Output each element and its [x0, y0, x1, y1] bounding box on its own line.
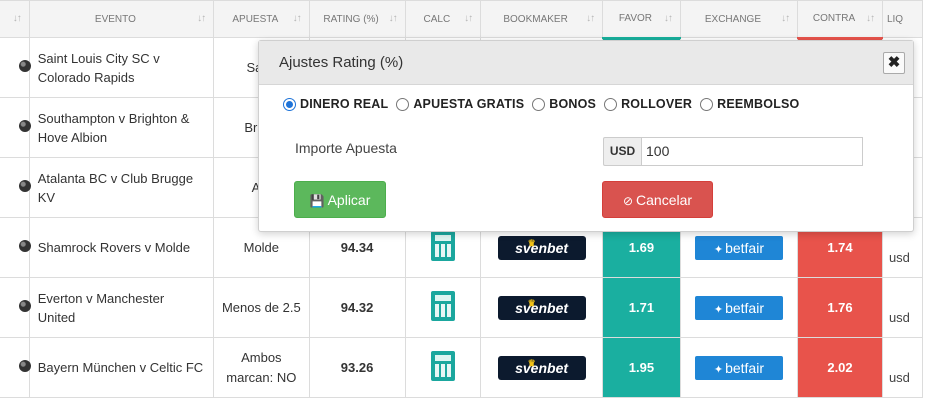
- apuesta-cell: Ambos marcan: NO: [213, 337, 310, 398]
- save-icon: 💾: [309, 194, 325, 208]
- header-liq[interactable]: LIQ: [881, 0, 924, 38]
- svenbet-logo[interactable]: ♛svenbet: [497, 355, 586, 380]
- radio-button[interactable]: [532, 97, 546, 111]
- ball-cell: [0, 37, 31, 98]
- radio-label: BONOS: [549, 97, 597, 111]
- modal-header: Ajustes Rating (%) ✖: [259, 41, 913, 85]
- evento-cell[interactable]: Shamrock Rovers v Molde: [28, 217, 215, 278]
- ball-cell: [0, 157, 31, 218]
- radio-button[interactable]: [396, 97, 410, 111]
- soccer-ball-icon: [18, 60, 31, 72]
- apply-button[interactable]: 💾 Aplicar: [294, 181, 386, 218]
- bookmaker-cell: ♛svenbet: [480, 277, 604, 338]
- liq-cell: usd: [881, 277, 924, 338]
- header-calc[interactable]: CALC ↓↑: [404, 0, 482, 38]
- ball-cell: [0, 337, 31, 398]
- radio-label: DINERO REAL: [300, 97, 389, 111]
- header-exchange[interactable]: EXCHANGE ↓↑: [679, 0, 799, 38]
- soccer-ball-icon: [18, 180, 31, 192]
- radio-button[interactable]: [700, 97, 714, 111]
- soccer-ball-icon: [18, 240, 31, 252]
- calculator-icon[interactable]: [430, 231, 455, 261]
- sort-arrows-icon[interactable]: ↓↑: [866, 13, 875, 24]
- sort-arrows-icon[interactable]: ↓↑: [389, 13, 398, 24]
- radio-apuesta-gratis[interactable]: APUESTA GRATIS: [396, 97, 524, 111]
- sort-arrows-icon[interactable]: ↓↑: [13, 13, 22, 24]
- radio-label: ROLLOVER: [621, 97, 693, 111]
- radio-rollover[interactable]: ROLLOVER: [604, 97, 692, 111]
- ball-cell: [0, 277, 31, 338]
- radio-label: REEMBOLSO: [717, 97, 800, 111]
- liq-cell: usd: [881, 337, 924, 398]
- betfair-logo[interactable]: ✦betfair: [694, 235, 783, 260]
- header-bookmaker[interactable]: BOOKMAKER ↓↑: [480, 0, 604, 38]
- header-apuesta[interactable]: APUESTA ↓↑: [213, 0, 310, 38]
- table-row[interactable]: Everton v Manchester United Menos de 2.5 9…: [0, 277, 924, 338]
- contra-odds-cell[interactable]: 1.76: [797, 277, 883, 338]
- ban-icon: ⊘: [622, 194, 634, 208]
- header-ball[interactable]: ↓↑: [0, 0, 30, 38]
- amount-input[interactable]: [641, 137, 863, 166]
- importe-label: Importe Apuesta: [295, 140, 397, 156]
- favor-odds-cell[interactable]: 1.95: [602, 337, 681, 398]
- evento-cell[interactable]: Southampton v Brighton & Hove Albion: [28, 97, 215, 158]
- radio-bonos[interactable]: BONOS: [532, 97, 596, 111]
- radio-reembolso[interactable]: REEMBOLSO: [700, 97, 799, 111]
- ball-cell: [0, 97, 31, 158]
- radio-label: APUESTA GRATIS: [413, 97, 525, 111]
- radio-dinero-real[interactable]: DINERO REAL: [283, 97, 388, 111]
- radio-button[interactable]: [283, 97, 296, 111]
- sort-arrows-icon[interactable]: ↓↑: [293, 13, 302, 24]
- evento-cell[interactable]: Everton v Manchester United: [28, 277, 215, 338]
- header-rating[interactable]: RATING (%) ↓↑: [308, 0, 406, 38]
- evento-cell[interactable]: Bayern München v Celtic FC: [28, 337, 215, 398]
- rating-settings-modal: Ajustes Rating (%) ✖ DINERO REAL APUESTA …: [258, 40, 914, 232]
- soccer-ball-icon: [18, 120, 31, 132]
- sort-arrows-icon[interactable]: ↓↑: [664, 13, 673, 24]
- apuesta-cell: Menos de 2.5: [213, 277, 310, 338]
- sort-arrows-icon[interactable]: ↓↑: [781, 13, 790, 24]
- currency-addon: USD: [603, 137, 641, 166]
- rating-cell: 93.26: [308, 337, 406, 398]
- sort-arrows-icon[interactable]: ↓↑: [197, 13, 206, 24]
- bookmaker-cell: ♛svenbet: [480, 337, 604, 398]
- cancel-button[interactable]: ⊘ Cancelar: [602, 181, 713, 218]
- calc-cell: [404, 277, 482, 338]
- ball-cell: [0, 217, 31, 278]
- betfair-logo[interactable]: ✦betfair: [694, 355, 783, 380]
- sort-arrows-icon[interactable]: ↓↑: [586, 13, 595, 24]
- table-row[interactable]: Bayern München v Celtic FC Ambos marcan: …: [0, 337, 924, 398]
- sort-arrows-icon[interactable]: ↓↑: [464, 13, 473, 24]
- soccer-ball-icon: [18, 300, 31, 312]
- exchange-cell: ✦betfair: [679, 277, 799, 338]
- modal-title: Ajustes Rating (%): [279, 54, 404, 71]
- svenbet-logo[interactable]: ♛svenbet: [497, 235, 586, 260]
- radio-button[interactable]: [604, 97, 618, 111]
- close-icon[interactable]: ✖: [883, 52, 905, 74]
- table-header-row: ↓↑ EVENTO ↓↑ APUESTA ↓↑ RATING (%) ↓↑ CALC ↓…: [0, 0, 924, 39]
- soccer-ball-icon: [18, 360, 31, 372]
- calculator-icon[interactable]: [430, 291, 455, 321]
- betfair-logo[interactable]: ✦betfair: [694, 295, 783, 320]
- svenbet-logo[interactable]: ♛svenbet: [497, 295, 586, 320]
- calc-cell: [404, 337, 482, 398]
- exchange-cell: ✦betfair: [679, 337, 799, 398]
- calculator-icon[interactable]: [430, 351, 455, 381]
- bet-type-radio-group: DINERO REAL APUESTA GRATIS BONOS ROLLOVER RE…: [283, 97, 800, 111]
- favor-odds-cell[interactable]: 1.71: [602, 277, 681, 338]
- evento-cell[interactable]: Atalanta BC v Club Brugge KV: [28, 157, 215, 218]
- contra-odds-cell[interactable]: 2.02: [797, 337, 883, 398]
- rating-cell: 94.32: [308, 277, 406, 338]
- evento-cell[interactable]: Saint Louis City SC v Colorado Rapids: [28, 37, 215, 98]
- header-contra[interactable]: CONTRA ↓↑: [797, 0, 883, 39]
- header-evento[interactable]: EVENTO ↓↑: [28, 0, 215, 38]
- header-favor[interactable]: FAVOR ↓↑: [602, 0, 681, 39]
- amount-input-group: USD: [603, 137, 863, 166]
